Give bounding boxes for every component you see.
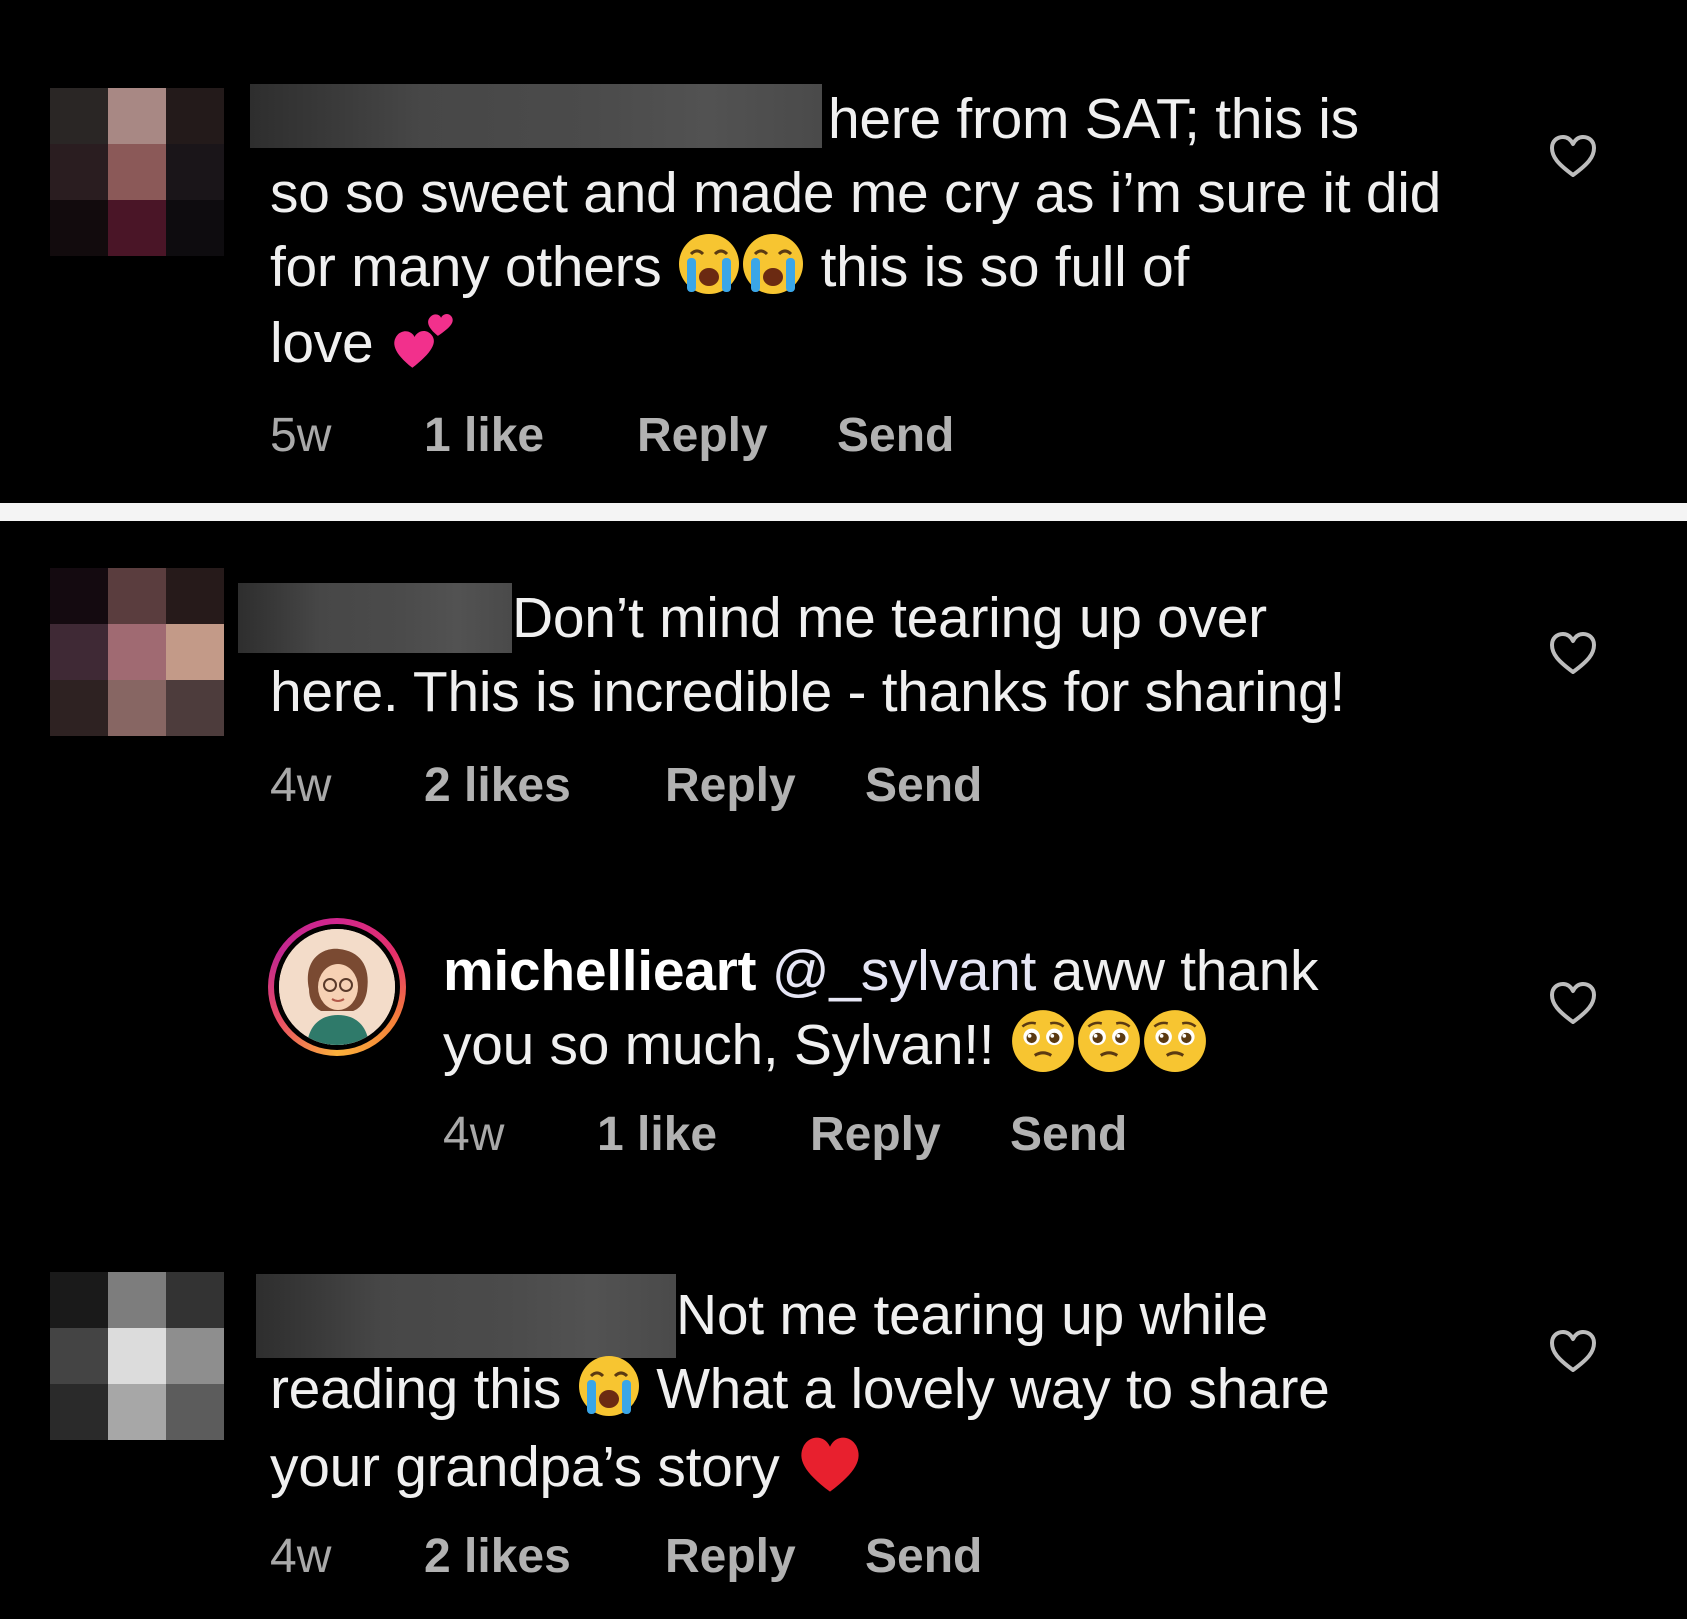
comment-text-line: here from SAT; this is [828,87,1359,151]
comment-text: here from SAT; this is so so sweet and ma… [270,82,1500,380]
avatar[interactable] [268,918,406,1056]
pleading-face-emoji [1142,1008,1208,1074]
pleading-face-emoji [1010,1008,1076,1074]
mention-link[interactable]: @_sylvant [772,939,1037,1003]
comment-time: 5w [270,409,332,462]
avatar[interactable] [50,1272,224,1440]
comment-text-body: here. This is incredible - thanks for sh… [270,660,1345,724]
reply-username[interactable]: michellieart [443,939,757,1003]
like-count[interactable]: 1 like [597,1105,810,1165]
crying-face-emoji [577,1354,641,1418]
heart-outline-icon[interactable] [1548,980,1598,1026]
like-count[interactable]: 1 like [424,406,637,466]
avatar[interactable] [50,568,224,736]
comment-text-line: Not me tearing up while [676,1283,1268,1347]
comment-meta: 4w 2 likes Reply Send [270,1527,982,1587]
like-count[interactable]: 2 likes [424,756,665,816]
comment-time: 4w [443,1108,505,1161]
pleading-face-emoji [1076,1008,1142,1074]
comment-meta: 5w 1 like Reply Send [270,406,954,466]
red-heart-emoji [795,1426,865,1496]
like-count[interactable]: 2 likes [424,1527,665,1587]
heart-outline-icon[interactable] [1548,133,1598,179]
reply-button[interactable]: Reply [810,1105,1010,1165]
comment-text-continued: What a lovely way to share [656,1357,1330,1421]
send-button[interactable]: Send [865,1527,982,1587]
reply-meta: 4w 1 like Reply Send [443,1105,1127,1165]
send-button[interactable]: Send [1010,1105,1127,1165]
comment-text-line: Don’t mind me tearing up over [512,586,1267,650]
two-hearts-emoji [389,304,457,372]
crying-face-emoji [741,232,805,296]
avatar[interactable] [50,88,224,256]
reply-text-line: aww thank [1051,939,1319,1003]
comment-text: Not me tearing up while reading this What… [270,1278,1500,1504]
divider [0,503,1687,521]
reply-button[interactable]: Reply [637,406,837,466]
comment-meta: 4w 2 likes Reply Send [270,756,982,816]
reply-button[interactable]: Reply [665,1527,865,1587]
send-button[interactable]: Send [865,756,982,816]
reply-text-body: you so much, Sylvan!! [443,1013,995,1077]
comment-text-body: reading this [270,1357,562,1421]
comment-text: Don’t mind me tearing up over here. This … [270,581,1500,729]
comment-time: 4w [270,759,332,812]
comment-text-end: love [270,311,374,375]
heart-outline-icon[interactable] [1548,630,1598,676]
send-button[interactable]: Send [837,406,954,466]
comment-text-end: your grandpa’s story [270,1435,780,1499]
reply-text: michellieart @_sylvant aww thank you so m… [443,934,1523,1082]
reply-button[interactable]: Reply [665,756,865,816]
heart-outline-icon[interactable] [1548,1328,1598,1374]
comment-time: 4w [270,1530,332,1583]
crying-face-emoji [677,232,741,296]
comment-text-continued: this is so full of [820,235,1190,299]
profile-illustration [279,929,395,1045]
